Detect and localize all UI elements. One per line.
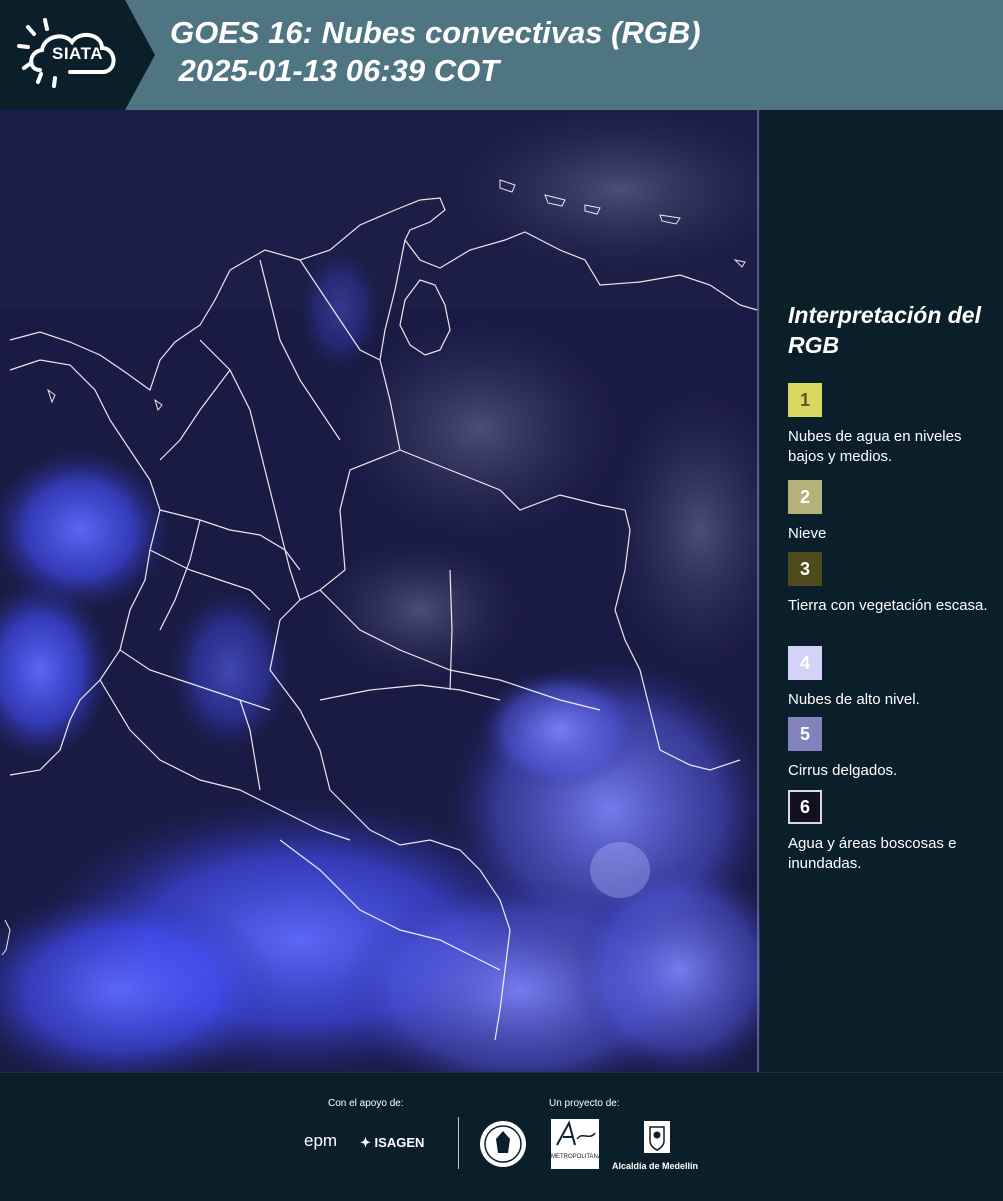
- footer: Con el apoyo de: Un proyecto de: epm ✦ I…: [0, 1072, 1003, 1201]
- legend-item-4: 4 Nubes de alto nivel.: [788, 646, 988, 710]
- alcaldia-shield-icon[interactable]: [642, 1119, 672, 1155]
- medellin-seal-icon[interactable]: [478, 1119, 528, 1169]
- legend-item-6: 6 Agua y áreas boscosas e inundadas.: [788, 790, 988, 874]
- legend-item-3: 3 Tierra con vegetación escasa.: [788, 552, 988, 616]
- legend-swatch-4: 4: [788, 646, 822, 680]
- legend-label-3: Tierra con vegetación escasa.: [788, 597, 988, 614]
- legend-label-6: Agua y áreas boscosas e inundadas.: [788, 835, 957, 872]
- legend-label-2: Nieve: [788, 525, 827, 542]
- legend-item-5: 5 Cirrus delgados.: [788, 717, 988, 781]
- satellite-map[interactable]: [0, 110, 790, 1100]
- page-title: GOES 16: Nubes convectivas (RGB) 2025-01…: [170, 15, 701, 88]
- area-metropolitana-text: METROPOLITANA: [551, 1154, 602, 1160]
- header-bar: SIATA GOES 16: Nubes convectivas (RGB) 2…: [0, 0, 1003, 110]
- footer-divider: [458, 1117, 459, 1169]
- area-metropolitana-logo[interactable]: METROPOLITANA: [551, 1119, 602, 1169]
- legend-label-4: Nubes de alto nivel.: [788, 691, 920, 708]
- colombia-satellite-image: [0, 110, 790, 1100]
- legend-item-2: 2 Nieve: [788, 480, 988, 544]
- alcaldia-text: Alcaldía de Medellín: [612, 1161, 699, 1171]
- siata-logo[interactable]: SIATA: [0, 0, 160, 110]
- epm-logo[interactable]: epm: [304, 1131, 337, 1151]
- legend-label-1: Nubes de agua en niveles bajos y medios.: [788, 428, 962, 465]
- legend-swatch-3: 3: [788, 552, 822, 586]
- legend-swatch-1: 1: [788, 383, 822, 417]
- isagen-icon: ✦: [360, 1135, 371, 1150]
- legend-swatch-2: 2: [788, 480, 822, 514]
- legend-swatch-5: 5: [788, 717, 822, 751]
- logo-text: SIATA: [52, 44, 103, 63]
- legend-swatch-6: 6: [788, 790, 822, 824]
- legend-panel: Interpretación del RGB 1 Nubes de agua e…: [760, 110, 1003, 1072]
- isagen-text: ISAGEN: [374, 1135, 425, 1150]
- isagen-logo[interactable]: ✦ ISAGEN: [360, 1135, 424, 1151]
- legend-item-1: 1 Nubes de agua en niveles bajos y medio…: [788, 383, 988, 467]
- area-metropolitana-icon: [556, 1120, 596, 1146]
- project-label: Un proyecto de:: [549, 1098, 620, 1109]
- support-label: Con el apoyo de:: [328, 1098, 404, 1109]
- legend-title: Interpretación del RGB: [788, 302, 981, 358]
- legend-label-5: Cirrus delgados.: [788, 762, 898, 779]
